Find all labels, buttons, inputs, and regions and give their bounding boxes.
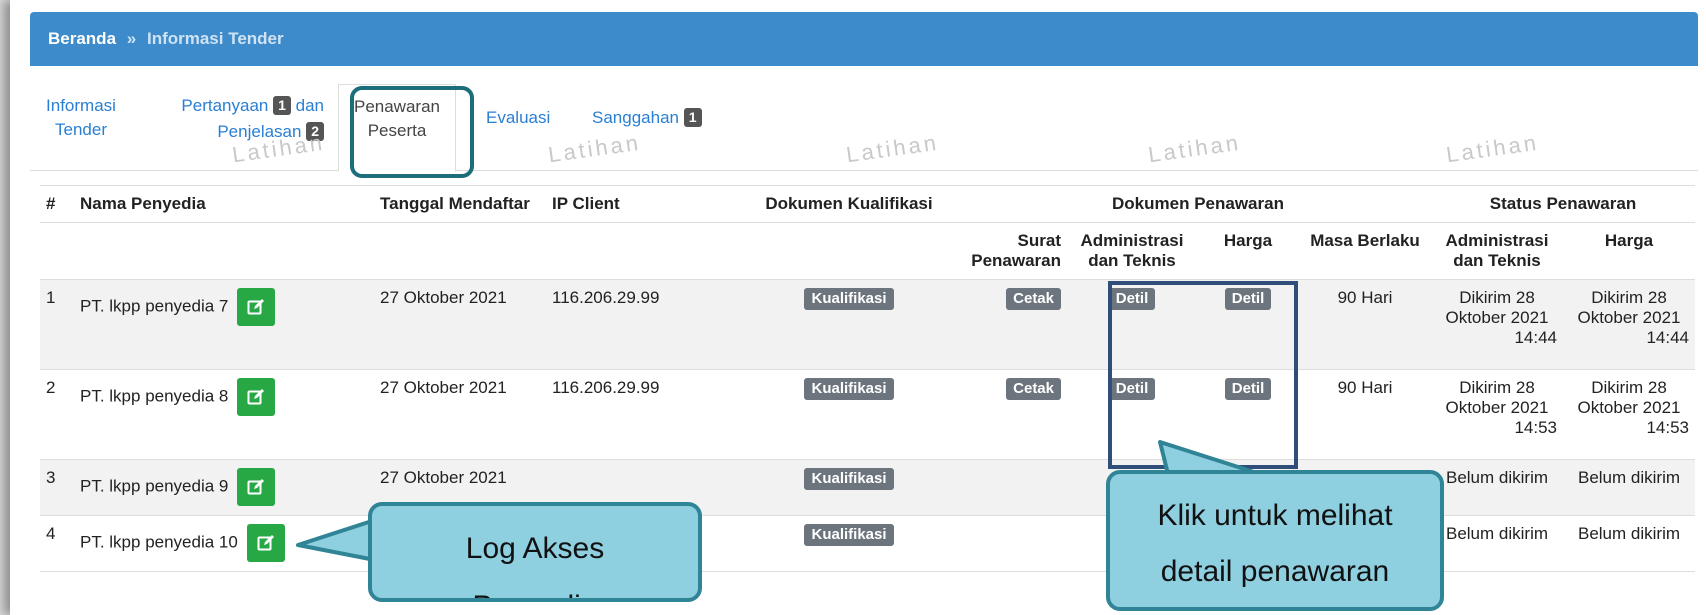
- detail-penawaran-callout: Klik untuk melihat detail penawaran: [1106, 470, 1444, 611]
- log-callout-pointer: [296, 518, 377, 562]
- log-akses-callout: Log Akses Penyedia: [368, 502, 702, 602]
- callout-pointers: [296, 440, 1262, 562]
